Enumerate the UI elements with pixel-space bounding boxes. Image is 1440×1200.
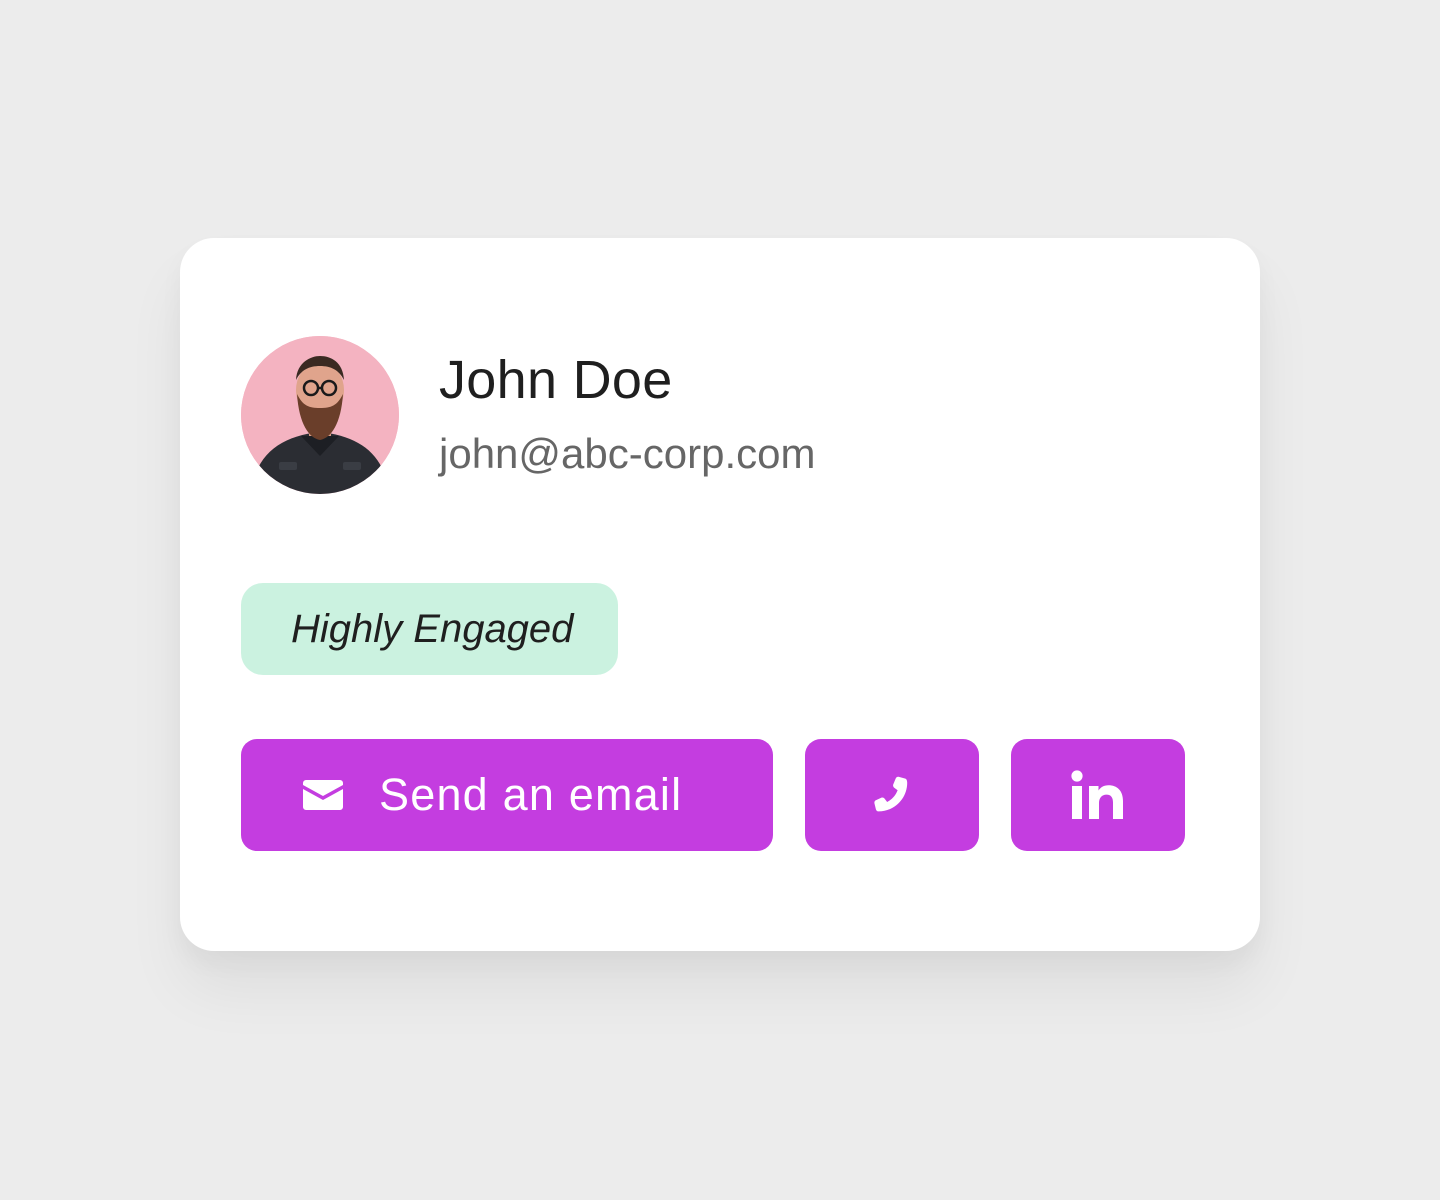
linkedin-button[interactable] — [1011, 739, 1185, 851]
avatar-photo — [241, 336, 399, 494]
contact-email: john@abc-corp.com — [439, 430, 816, 477]
envelope-icon — [303, 780, 343, 810]
contact-card: John Doe john@abc-corp.com Highly Engage… — [180, 238, 1260, 951]
send-email-label: Send an email — [379, 769, 683, 820]
engagement-badge-label: Highly Engaged — [291, 606, 574, 651]
phone-icon — [872, 775, 912, 815]
engagement-badge: Highly Engaged — [241, 583, 618, 675]
avatar — [241, 336, 399, 494]
call-button[interactable] — [805, 739, 979, 851]
contact-name: John Doe — [439, 350, 673, 410]
linkedin-icon — [1071, 770, 1125, 820]
send-email-button[interactable]: Send an email — [241, 739, 773, 851]
